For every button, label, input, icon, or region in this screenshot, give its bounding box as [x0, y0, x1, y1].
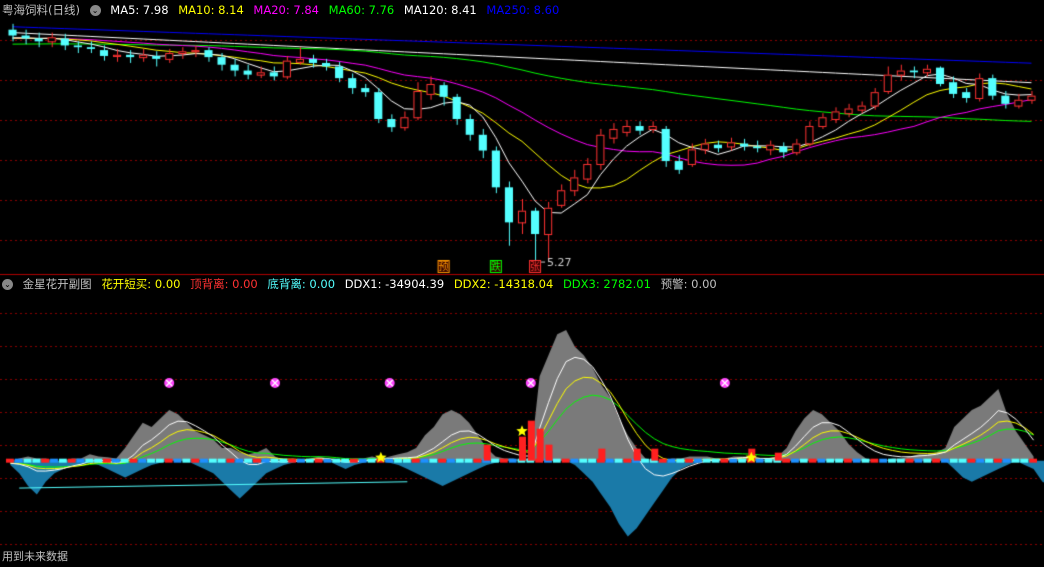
- ma120-label: MA120: 8.41: [403, 3, 477, 17]
- footer-note: 用到未来数据: [2, 550, 68, 563]
- i5-label: DDX2: -14318.04: [453, 277, 554, 291]
- indicator-settings-icon[interactable]: ⌄: [89, 5, 101, 16]
- ma250-label: MA250: 8.60: [486, 3, 560, 17]
- sub-title: 金星花开副图: [22, 277, 92, 291]
- ma20-label: MA20: 7.84: [253, 3, 319, 17]
- i4-label: DDX1: -34904.39: [344, 277, 445, 291]
- i6-label: DDX3: 2782.01: [562, 277, 651, 291]
- i3-label: 底背离: 0.00: [267, 277, 336, 291]
- ma60-label: MA60: 7.76: [328, 3, 395, 17]
- ma10-label: MA10: 8.14: [178, 3, 244, 17]
- i1-label: 花开短买: 0.00: [101, 277, 181, 291]
- stock-title: 粤海饲料(日线): [2, 3, 80, 17]
- sub-header: ⌄ 金星花开副图 花开短买: 0.00 顶背离: 0.00 底背离: 0.00 …: [2, 276, 723, 292]
- ma5-label: MA5: 7.98: [110, 3, 169, 17]
- i2-label: 顶背离: 0.00: [190, 277, 258, 291]
- i7-label: 预警: 0.00: [660, 277, 717, 291]
- main-header: 粤海饲料(日线) ⌄ MA5: 7.98 MA10: 8.14 MA20: 7.…: [2, 2, 565, 18]
- sub-settings-icon[interactable]: ⌄: [2, 279, 13, 290]
